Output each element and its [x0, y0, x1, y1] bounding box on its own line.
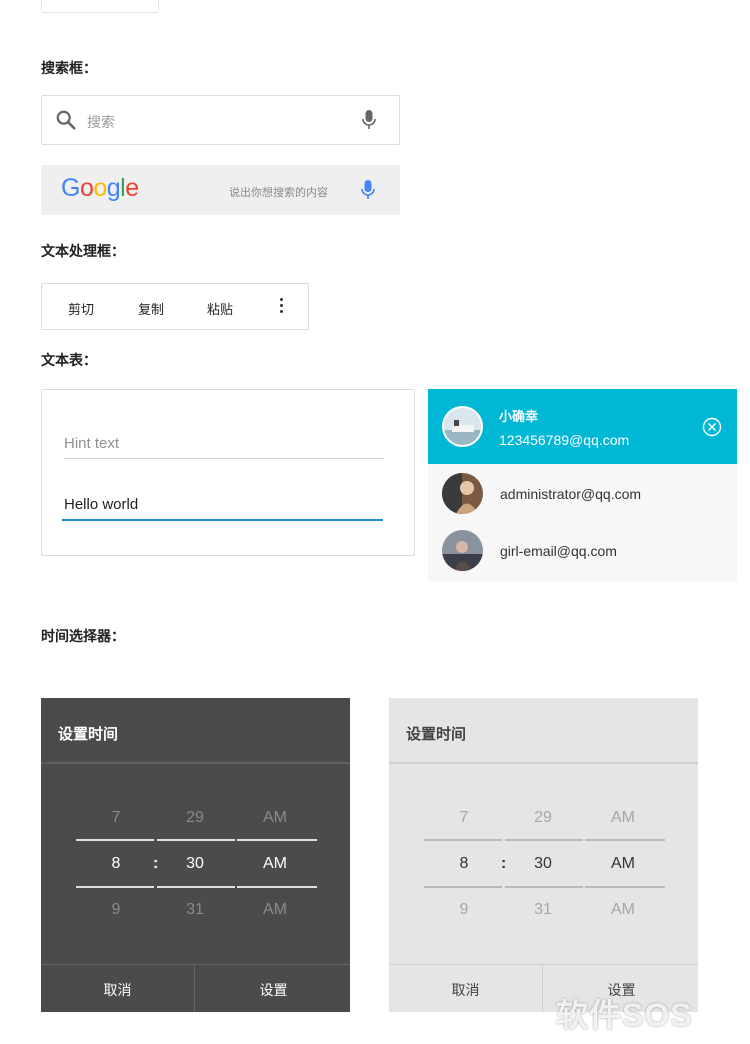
selection-line [237, 839, 317, 841]
minute-next[interactable]: 31 [155, 901, 235, 919]
account-item-selected[interactable]: 小确幸 123456789@qq.com [428, 389, 737, 464]
paste-button[interactable]: 粘贴 [207, 299, 233, 318]
hour-next[interactable]: 9 [424, 901, 504, 919]
picker-title: 设置时间 [406, 726, 467, 743]
cancel-button[interactable]: 取消 [41, 980, 194, 1000]
avatar [442, 473, 483, 514]
avatar [442, 406, 483, 447]
text-selection-toolbar: 剪切 复制 粘贴 [41, 283, 309, 330]
google-logo-letter: G [61, 174, 80, 202]
time-picker-light: 设置时间 7 29 AM 8 : 30 AM 9 31 AM 取消 设置 [389, 698, 698, 1012]
avatar [442, 530, 483, 571]
voice-search-placeholder: 说出你想搜索的内容 [229, 187, 328, 199]
selection-line [157, 839, 235, 841]
cut-button[interactable]: 剪切 [68, 299, 94, 318]
ampm-current[interactable]: AM [235, 855, 315, 873]
more-options-icon[interactable] [279, 298, 285, 316]
ampm-next[interactable]: AM [583, 901, 663, 919]
selection-line [237, 886, 317, 888]
account-name: 小确幸 [499, 409, 539, 424]
search-icon [56, 110, 76, 130]
selection-line [424, 886, 502, 888]
account-email: administrator@qq.com [500, 486, 642, 502]
time-picker-dark: 设置时间 7 29 AM 8 : 30 AM 9 31 AM 取消 设置 [41, 698, 350, 1012]
selection-line [76, 886, 154, 888]
account-list: 小确幸 123456789@qq.com administrator@qq.co… [428, 389, 737, 581]
set-button[interactable]: 设置 [197, 980, 350, 1000]
watermark: 软件SOS [556, 997, 693, 1033]
selection-line [424, 839, 502, 841]
hint-text-field[interactable]: Hint text [64, 435, 384, 459]
microphone-icon[interactable] [360, 109, 378, 131]
selection-line [505, 886, 583, 888]
close-circle-icon[interactable] [702, 417, 722, 437]
search-box[interactable]: 搜索 [41, 95, 400, 145]
footer-button-divider [542, 965, 543, 1012]
footer-button-divider [194, 965, 195, 1012]
hour-prev[interactable]: 7 [424, 809, 504, 827]
section-title-text-form: 文本表： [41, 352, 97, 368]
selection-line [585, 839, 665, 841]
cancel-button[interactable]: 取消 [389, 980, 542, 1000]
copy-button[interactable]: 复制 [138, 299, 164, 318]
header-divider [389, 762, 698, 764]
minute-prev[interactable]: 29 [503, 809, 583, 827]
ampm-next[interactable]: AM [235, 901, 315, 919]
hour-prev[interactable]: 7 [76, 809, 156, 827]
account-email: 123456789@qq.com [499, 432, 630, 448]
google-logo-letter: o [93, 174, 107, 202]
minute-current[interactable]: 30 [503, 855, 583, 873]
footer-divider [41, 964, 350, 965]
google-logo-letter: g [106, 174, 121, 202]
selection-line [505, 839, 583, 841]
hour-next[interactable]: 9 [76, 901, 156, 919]
ampm-current[interactable]: AM [583, 855, 663, 873]
hour-current[interactable]: 8 [424, 855, 504, 873]
google-logo: Google [61, 174, 139, 203]
minute-current[interactable]: 30 [155, 855, 235, 873]
hello-world-field[interactable]: Hello world [62, 496, 383, 521]
google-search-bar[interactable]: Google 说出你想搜索的内容 [41, 165, 400, 215]
microphone-icon[interactable] [359, 179, 377, 201]
section-title-text-toolbar: 文本处理框： [41, 243, 125, 259]
google-logo-letter: e [125, 174, 139, 202]
ampm-prev[interactable]: AM [235, 809, 315, 827]
picker-title: 设置时间 [58, 726, 119, 743]
hour-current[interactable]: 8 [76, 855, 156, 873]
top-card-fragment [41, 0, 159, 13]
ampm-prev[interactable]: AM [583, 809, 663, 827]
section-title-search: 搜索框： [41, 60, 97, 76]
search-placeholder: 搜索 [87, 114, 115, 130]
section-title-time-picker: 时间选择器： [41, 628, 125, 644]
text-form-card: Hint text Hello world [41, 389, 415, 556]
selection-line [76, 839, 154, 841]
footer-divider [389, 964, 698, 965]
minute-prev[interactable]: 29 [155, 809, 235, 827]
selection-line [585, 886, 665, 888]
account-email: girl-email@qq.com [500, 543, 617, 559]
google-logo-letter: o [79, 174, 94, 202]
selection-line [157, 886, 235, 888]
header-divider [41, 762, 350, 764]
minute-next[interactable]: 31 [503, 901, 583, 919]
